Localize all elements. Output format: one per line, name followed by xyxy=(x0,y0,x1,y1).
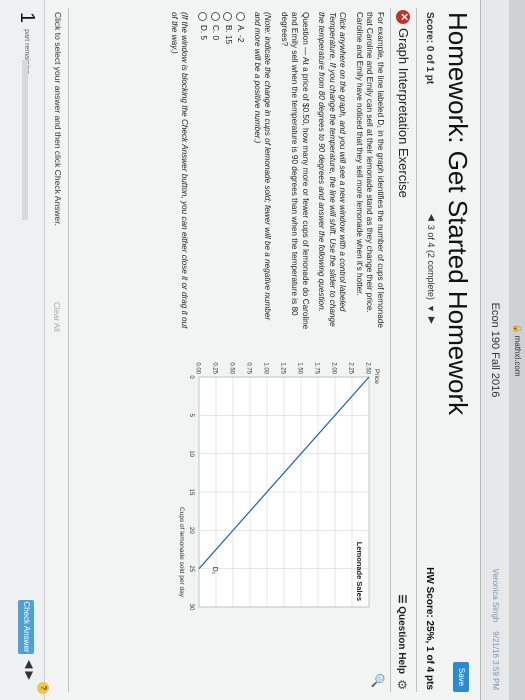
next-icon[interactable]: ▶ xyxy=(23,672,35,680)
progress-bar xyxy=(22,60,28,220)
y-tick-label: 1.75 xyxy=(314,362,320,374)
y-tick-label: 2.00 xyxy=(331,362,337,374)
lemonade-sales-graph[interactable]: 0.00 0.25 0.50 0.75 1.00 1.25 1.50 1.75 2.00 2.25… xyxy=(149,337,389,667)
browser-url-bar[interactable]: 🔒 mathxl.com xyxy=(509,0,525,700)
lock-icon: 🔒 xyxy=(513,323,522,334)
exercise-title-row: ✕ Graph Interpretation Exercise xyxy=(396,10,411,198)
choice-d[interactable]: D. 5 xyxy=(198,12,208,332)
user-name: Veronica Singh xyxy=(491,568,500,623)
x-tick-label: 25 xyxy=(188,565,194,572)
previous-icon[interactable]: ◀ xyxy=(23,660,35,668)
radio-button[interactable] xyxy=(210,12,220,21)
save-button[interactable]: Save xyxy=(453,662,469,692)
question-navigator: ◀ 3 of 4 (2 complete) ▼ ▶ xyxy=(426,214,438,324)
answer-choices: A. -2 B. 15 C. 0 D. 5 xyxy=(198,12,246,332)
x-tick-label: 10 xyxy=(188,450,194,457)
note-paragraph: (Note: indicate the change in cups of le… xyxy=(253,12,273,321)
user-info: Veronica Singh 9/21/16 3:59 PM xyxy=(491,569,500,690)
question-dropdown-icon[interactable]: ▼ xyxy=(427,304,437,313)
x-tick-label: 0 xyxy=(188,375,194,379)
drag-note: (If the window is blocking the Check Ans… xyxy=(170,12,190,329)
session-date: 9/21/16 3:59 PM xyxy=(491,631,500,690)
list-icon: ☰ xyxy=(396,594,407,604)
y-tick-label: 0.25 xyxy=(212,362,218,374)
x-tick-label: 15 xyxy=(188,489,194,496)
instruction-text: Click to select your answer and then cli… xyxy=(53,12,63,227)
radio-button[interactable] xyxy=(235,12,245,21)
check-answer-button[interactable]: Check Answer xyxy=(18,600,34,654)
choice-b[interactable]: B. 15 xyxy=(223,12,233,332)
radio-button[interactable] xyxy=(223,12,233,21)
part-count: 1 xyxy=(16,12,38,24)
x-axis-label: Cups of lemonade sold per day xyxy=(178,507,185,598)
magnify-icon[interactable]: 🔍 xyxy=(371,673,385,688)
url-text: mathxl.com xyxy=(513,335,522,377)
y-tick-label: 0.75 xyxy=(246,362,252,374)
x-tick-label: 30 xyxy=(188,604,194,611)
x-tick-label: 20 xyxy=(188,527,194,534)
choice-c[interactable]: C. 0 xyxy=(210,12,221,332)
divider xyxy=(390,8,391,692)
hw-score: HW Score: 25%, 1 of 4 pts xyxy=(424,567,435,690)
footer-bar: 1 part remaining Check Answer ◀ ▶ xyxy=(0,0,45,700)
question-help-label: Question Help xyxy=(396,606,407,674)
x-tick-label: 5 xyxy=(188,414,194,418)
intro-paragraph: For example, the line labeled D₁ in the … xyxy=(355,12,385,328)
question-text: For example, the line labeled D₁ in the … xyxy=(163,12,385,332)
question-position: 3 of 4 (2 complete) xyxy=(426,224,437,300)
homework-title: Homework: Get Started Homework xyxy=(443,12,473,416)
y-tick-label: 1.50 xyxy=(297,362,303,374)
question-paragraph: Question — At a price of $0.50, how many… xyxy=(280,12,310,330)
screen: 🔒 mathxl.com Econ 190 Fall 2016 Veronica… xyxy=(0,0,525,700)
next-question-icon[interactable]: ▶ xyxy=(426,317,437,324)
y-axis-label: Price xyxy=(373,369,380,384)
question-help-button[interactable]: ☰ Question Help xyxy=(396,594,407,674)
y-tick-label: 1.00 xyxy=(263,362,269,374)
y-tick-label: 1.25 xyxy=(280,362,286,374)
clear-all-button[interactable]: Clear All xyxy=(52,302,61,332)
series-label: D₁ xyxy=(211,567,218,575)
choice-a[interactable]: A. -2 xyxy=(235,12,246,332)
y-tick-label: 0.00 xyxy=(195,362,201,374)
divider xyxy=(416,8,417,692)
footer-nav: ◀ ▶ xyxy=(23,660,36,680)
y-tick-label: 2.25 xyxy=(348,362,354,374)
help-icon[interactable]: ? xyxy=(37,682,49,694)
chart-title: Lemonade Sales xyxy=(355,542,364,601)
exercise-title: Graph Interpretation Exercise xyxy=(396,28,411,198)
score-text: Score: 0 of 1 pt xyxy=(424,12,435,85)
gear-icon[interactable]: ⚙ xyxy=(395,679,409,690)
course-header: Econ 190 Fall 2016 Veronica Singh 9/21/1… xyxy=(480,0,509,700)
divider xyxy=(68,8,69,692)
y-tick-label: 0.50 xyxy=(229,362,235,374)
previous-question-icon[interactable]: ◀ xyxy=(426,214,437,221)
y-tick-label: 2.50 xyxy=(365,362,371,374)
incorrect-icon: ✕ xyxy=(396,10,411,24)
instruction-paragraph: Click anywhere on the graph, and you wil… xyxy=(317,12,348,327)
radio-button[interactable] xyxy=(198,12,208,21)
